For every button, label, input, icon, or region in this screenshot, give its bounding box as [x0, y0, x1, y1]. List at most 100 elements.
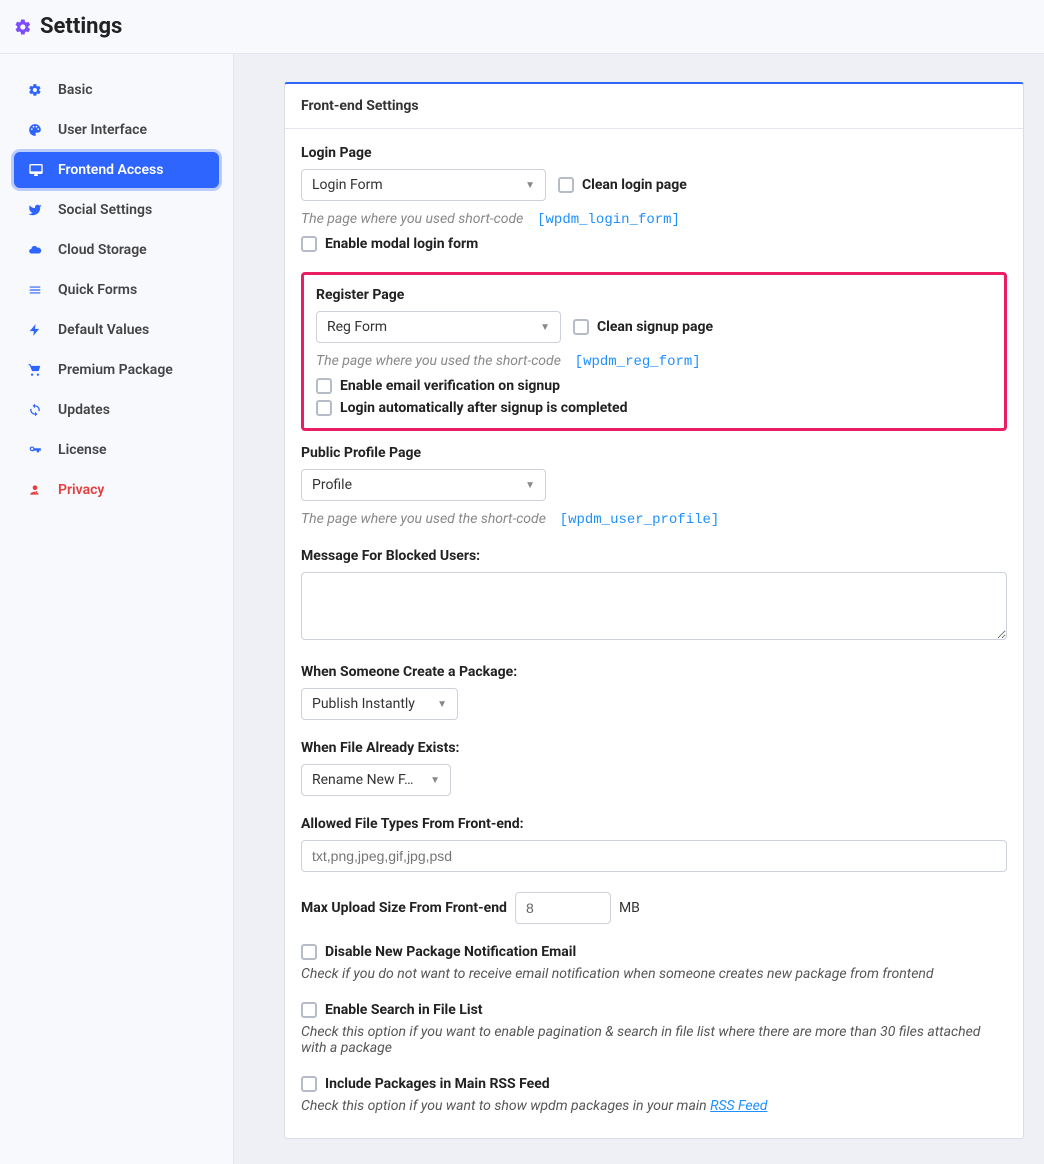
shortcode: [wpdm_reg_form] — [575, 354, 701, 370]
sidebar-item-quick-forms[interactable]: Quick Forms — [14, 272, 219, 308]
create-package-section: When Someone Create a Package: Publish I… — [301, 664, 1007, 720]
sidebar-item-label: Privacy — [58, 482, 104, 498]
sidebar-item-label: User Interface — [58, 122, 147, 138]
blocked-message-textarea[interactable] — [301, 572, 1007, 640]
register-page-section: Register Page Reg Form ▼ Clean signup pa… — [301, 272, 1007, 431]
checkbox-input[interactable] — [301, 944, 317, 960]
sidebar-item-label: Default Values — [58, 322, 149, 338]
clean-signup-checkbox[interactable]: Clean signup page — [573, 319, 713, 335]
max-upload-input[interactable] — [515, 892, 611, 924]
rss-hint: Check this option if you want to show wp… — [301, 1098, 1007, 1114]
sidebar-item-user-interface[interactable]: User Interface — [14, 112, 219, 148]
login-help-text: The page where you used short-code [wpdm… — [301, 211, 1007, 228]
clean-login-checkbox[interactable]: Clean login page — [558, 177, 687, 193]
checkbox-input[interactable] — [573, 319, 589, 335]
register-page-select[interactable]: Reg Form ▼ — [316, 311, 561, 343]
checkbox-label: Enable Search in File List — [325, 1002, 483, 1018]
login-page-label: Login Page — [301, 145, 1007, 161]
sidebar-item-default-values[interactable]: Default Values — [14, 312, 219, 348]
enable-search-section: Enable Search in File List Check this op… — [301, 1002, 1007, 1056]
bolt-icon — [28, 323, 46, 337]
sidebar-item-label: Premium Package — [58, 362, 173, 378]
email-verification-checkbox[interactable]: Enable email verification on signup — [316, 378, 992, 394]
file-exists-section: When File Already Exists: Rename New F… … — [301, 740, 1007, 796]
sidebar-item-privacy[interactable]: Privacy — [14, 472, 219, 508]
user-lock-icon — [28, 483, 46, 497]
checkbox-input[interactable] — [301, 236, 317, 252]
disable-notification-checkbox[interactable]: Disable New Package Notification Email — [301, 944, 1007, 960]
caret-down-icon: ▼ — [525, 480, 535, 491]
file-exists-label: When File Already Exists: — [301, 740, 1007, 756]
sidebar-item-premium-package[interactable]: Premium Package — [14, 352, 219, 388]
max-upload-unit: MB — [619, 900, 640, 916]
disable-notification-hint: Check if you do not want to receive emai… — [301, 966, 1007, 982]
login-page-select[interactable]: Login Form ▼ — [301, 169, 546, 201]
auto-login-checkbox[interactable]: Login automatically after signup is comp… — [316, 400, 992, 416]
list-icon — [28, 283, 46, 297]
file-exists-select[interactable]: Rename New F… ▼ — [301, 764, 451, 796]
allowed-types-section: Allowed File Types From Front-end: — [301, 816, 1007, 872]
select-value: Rename New F… — [312, 772, 413, 788]
profile-help-text: The page where you used the short-code [… — [301, 511, 1007, 528]
select-value: Profile — [312, 477, 352, 493]
enable-search-checkbox[interactable]: Enable Search in File List — [301, 1002, 1007, 1018]
login-page-section: Login Page Login Form ▼ Clean login page… — [301, 145, 1007, 252]
checkbox-label: Enable modal login form — [325, 236, 478, 252]
sidebar-item-updates[interactable]: Updates — [14, 392, 219, 428]
cloud-icon — [28, 243, 46, 257]
shortcode: [wpdm_login_form] — [537, 212, 680, 228]
profile-page-section: Public Profile Page Profile ▼ The page w… — [301, 445, 1007, 528]
monitor-icon — [28, 162, 46, 178]
register-page-label: Register Page — [316, 287, 992, 303]
profile-page-label: Public Profile Page — [301, 445, 1007, 461]
allowed-types-label: Allowed File Types From Front-end: — [301, 816, 1007, 832]
gear-icon — [28, 83, 46, 97]
sync-icon — [28, 403, 46, 417]
sidebar-item-social-settings[interactable]: Social Settings — [14, 192, 219, 228]
cart-icon — [28, 363, 46, 377]
checkbox-label: Login automatically after signup is comp… — [340, 400, 627, 416]
checkbox-label: Clean signup page — [597, 319, 713, 335]
twitter-icon — [28, 203, 46, 217]
checkbox-label: Enable email verification on signup — [340, 378, 560, 394]
create-package-select[interactable]: Publish Instantly ▼ — [301, 688, 458, 720]
caret-down-icon: ▼ — [540, 322, 550, 333]
settings-panel: Front-end Settings Login Page Login Form… — [284, 82, 1024, 1139]
blocked-message-section: Message For Blocked Users: — [301, 548, 1007, 644]
sidebar-item-license[interactable]: License — [14, 432, 219, 468]
profile-page-select[interactable]: Profile ▼ — [301, 469, 546, 501]
key-icon — [28, 443, 46, 457]
checkbox-input[interactable] — [301, 1076, 317, 1092]
sidebar-item-label: Updates — [58, 402, 110, 418]
caret-down-icon: ▼ — [525, 180, 535, 191]
sidebar-item-label: Basic — [58, 82, 93, 98]
checkbox-label: Clean login page — [582, 177, 687, 193]
checkbox-input[interactable] — [316, 400, 332, 416]
sidebar-item-frontend-access[interactable]: Frontend Access — [14, 152, 219, 188]
caret-down-icon: ▼ — [430, 775, 440, 786]
sidebar-item-label: Frontend Access — [58, 162, 163, 178]
allowed-types-input[interactable] — [301, 840, 1007, 872]
checkbox-input[interactable] — [558, 177, 574, 193]
caret-down-icon: ▼ — [437, 699, 447, 710]
sidebar-item-basic[interactable]: Basic — [14, 72, 219, 108]
page-title: Settings — [40, 14, 122, 39]
sidebar-item-label: Cloud Storage — [58, 242, 147, 258]
modal-login-checkbox[interactable]: Enable modal login form — [301, 236, 1007, 252]
rss-feed-link[interactable]: RSS Feed — [710, 1098, 767, 1114]
blocked-message-label: Message For Blocked Users: — [301, 548, 1007, 564]
checkbox-input[interactable] — [301, 1002, 317, 1018]
sidebar-item-label: Social Settings — [58, 202, 152, 218]
main-content: Front-end Settings Login Page Login Form… — [234, 54, 1044, 1164]
checkbox-label: Include Packages in Main RSS Feed — [325, 1076, 550, 1092]
paint-icon — [28, 123, 46, 137]
sidebar: Basic User Interface Frontend Access Soc… — [0, 54, 234, 1164]
rss-section: Include Packages in Main RSS Feed Check … — [301, 1076, 1007, 1114]
header: Settings — [0, 0, 1044, 54]
select-value: Reg Form — [327, 319, 387, 335]
sidebar-item-label: License — [58, 442, 107, 458]
sidebar-item-cloud-storage[interactable]: Cloud Storage — [14, 232, 219, 268]
shortcode: [wpdm_user_profile] — [560, 512, 720, 528]
rss-checkbox[interactable]: Include Packages in Main RSS Feed — [301, 1076, 1007, 1092]
checkbox-input[interactable] — [316, 378, 332, 394]
